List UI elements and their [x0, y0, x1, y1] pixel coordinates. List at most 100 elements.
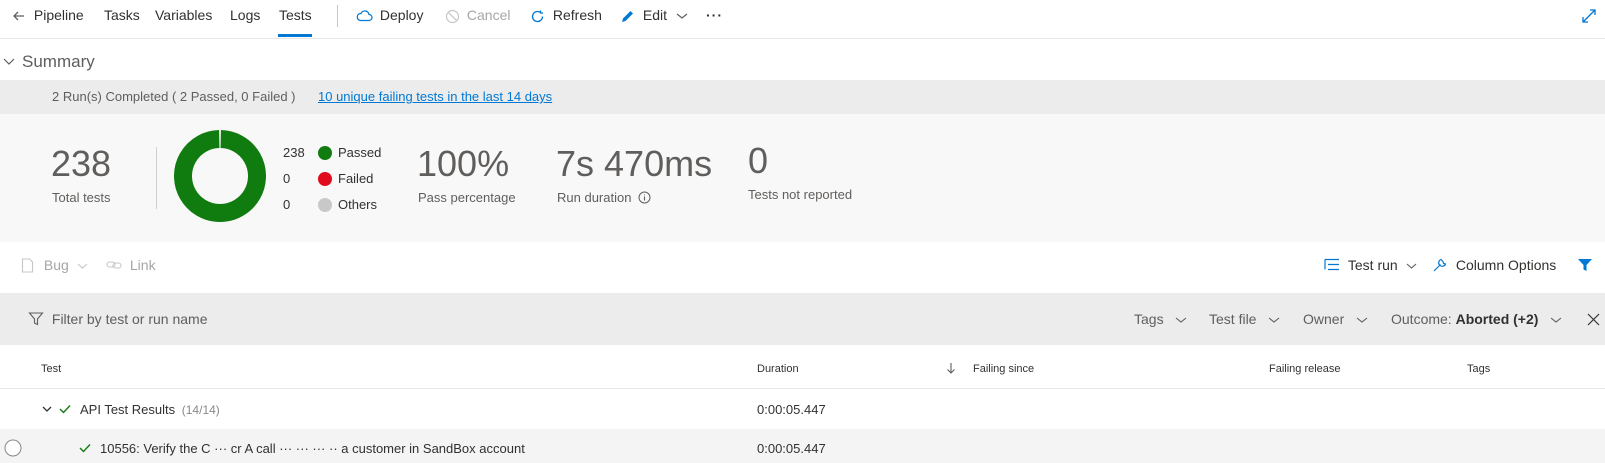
legend-count: 238 [283, 145, 305, 160]
test-file-filter-label: Test file [1209, 311, 1257, 327]
legend-label: Passed [338, 145, 382, 160]
legend-count: 0 [283, 171, 291, 186]
close-icon [1587, 313, 1600, 326]
filter-bar: Filter by test or run name Tags Test fil… [0, 293, 1605, 345]
group-count: (14/14) [181, 403, 220, 417]
search-placeholder: Filter by test or run name [51, 311, 208, 327]
pencil-icon [622, 10, 633, 22]
column-header-failing-since[interactable]: Failing since [973, 350, 1034, 388]
refresh-button[interactable]: Refresh [530, 0, 602, 30]
back-button[interactable]: Pipeline [12, 0, 84, 30]
outcome-donut-chart [174, 130, 266, 222]
not-reported-value: 0 [748, 140, 769, 181]
test-run-label: Test run [1347, 257, 1398, 273]
pass-percentage-value: 100% [417, 143, 510, 184]
cancel-button[interactable]: Cancel [445, 0, 510, 30]
donut-slice-passed[interactable] [174, 130, 266, 222]
tags-filter-dropdown[interactable]: Tags [1134, 293, 1187, 345]
owner-filter-dropdown[interactable]: Owner [1303, 293, 1368, 345]
toolbar-divider [337, 5, 338, 27]
arrow-left-icon [13, 11, 24, 21]
filter-outline-icon [28, 312, 44, 326]
outcome-filter-label: Outcome: [1391, 311, 1452, 327]
column-header-test[interactable]: Test [41, 350, 61, 388]
test-run-groupby-button[interactable]: Test run [1324, 247, 1417, 283]
link-icon [106, 261, 122, 269]
owner-filter-label: Owner [1303, 311, 1345, 327]
column-options-button[interactable]: Column Options [1432, 247, 1556, 283]
tab-label: Variables [155, 7, 213, 23]
tab-label: Logs [230, 7, 261, 23]
bug-label: Bug [43, 257, 69, 273]
legend-label: Others [338, 197, 378, 212]
group-name-cell: API Test Results (14/14) [80, 390, 220, 430]
tags-filter-label: Tags [1134, 311, 1164, 327]
chevron-down-icon [676, 13, 688, 20]
link-button[interactable]: Link [106, 247, 156, 283]
row-select-checkbox[interactable] [4, 429, 22, 463]
test-file-filter-dropdown[interactable]: Test file [1209, 293, 1280, 345]
column-header-failing-release[interactable]: Failing release [1269, 350, 1341, 388]
wrench-icon [1433, 258, 1447, 272]
chevron-down-icon [1176, 317, 1187, 323]
link-label: Link [129, 257, 156, 273]
outcome-filter-dropdown[interactable]: Outcome: Aborted (+2) [1391, 293, 1562, 345]
total-tests-label: Total tests [52, 190, 111, 205]
test-name-cell[interactable]: 10556: Verify the C ··· cr A call ··· ··… [100, 429, 620, 463]
chevron-down-icon [1550, 317, 1562, 323]
passed-check-icon [79, 429, 91, 463]
tab-logs[interactable]: Logs [230, 0, 260, 30]
tab-variables[interactable]: Variables [155, 0, 212, 30]
results-action-bar: Bug Link Test run Column Options [0, 247, 1605, 283]
tab-label: Tests [279, 7, 312, 23]
chevron-down-icon [1406, 263, 1416, 269]
more-actions-button[interactable]: ··· [706, 0, 723, 30]
tab-tasks[interactable]: Tasks [104, 0, 140, 30]
info-icon[interactable] [638, 191, 651, 204]
edit-button[interactable]: Edit [620, 0, 688, 30]
passed-check-icon [59, 390, 71, 429]
outcome-filter-value: Aborted (+2) [1455, 311, 1539, 327]
test-duration-cell: 0:00:05.447 [757, 441, 826, 456]
column-options-label: Column Options [1455, 257, 1557, 273]
legend-label: Failed [338, 171, 374, 186]
column-header-tags[interactable]: Tags [1467, 350, 1490, 388]
chevron-down-icon [77, 263, 88, 269]
deploy-button[interactable]: Deploy [356, 0, 423, 30]
table-row[interactable]: 10556: Verify the C ··· cr A call ··· ··… [0, 429, 1605, 463]
clear-filters-button[interactable] [1587, 293, 1600, 345]
arrow-down-icon [947, 363, 955, 374]
group-name: API Test Results [80, 402, 176, 417]
run-duration-value: 7s 470ms [556, 143, 713, 184]
group-expand-toggle[interactable] [42, 390, 52, 429]
expand-icon [1582, 9, 1596, 23]
cancel-icon [445, 9, 460, 23]
search-input[interactable]: Filter by test or run name [28, 293, 208, 345]
failing-tests-link[interactable]: 10 unique failing tests in the last 14 d… [318, 80, 552, 114]
sort-descending-indicator[interactable] [946, 350, 956, 388]
active-tab-indicator [278, 34, 312, 37]
pass-percentage-label: Pass percentage [418, 190, 516, 205]
legend-count: 0 [283, 197, 291, 212]
filter-toggle-button[interactable] [1577, 247, 1593, 283]
results-table-header: Test Duration Failing since Failing rele… [0, 350, 1605, 389]
refresh-icon [531, 10, 544, 22]
tab-label: Tasks [104, 7, 140, 23]
bug-button[interactable]: Bug [21, 247, 88, 283]
passed-dot-icon [318, 146, 332, 160]
group-duration: 0:00:05.447 [757, 402, 826, 417]
column-header-duration[interactable]: Duration [757, 350, 799, 388]
test-stats-panel: 238 Total tests 238 Passed 0 Failed 0 Ot… [0, 114, 1605, 242]
cancel-label: Cancel [466, 7, 511, 23]
failed-dot-icon [318, 172, 332, 186]
document-icon [21, 258, 34, 273]
tab-tests[interactable]: Tests [279, 0, 312, 30]
run-duration-label: Run duration [557, 190, 632, 205]
test-group-row[interactable]: API Test Results (14/14) 0:00:05.447 [0, 390, 1605, 429]
expand-button[interactable] [1581, 0, 1597, 30]
run-status-bar: 2 Run(s) Completed ( 2 Passed, 0 Failed … [0, 80, 1605, 114]
edit-label: Edit [642, 7, 668, 23]
more-icon: ··· [706, 7, 723, 23]
chevron-down-icon [1269, 317, 1280, 323]
cloud-icon [356, 10, 373, 22]
